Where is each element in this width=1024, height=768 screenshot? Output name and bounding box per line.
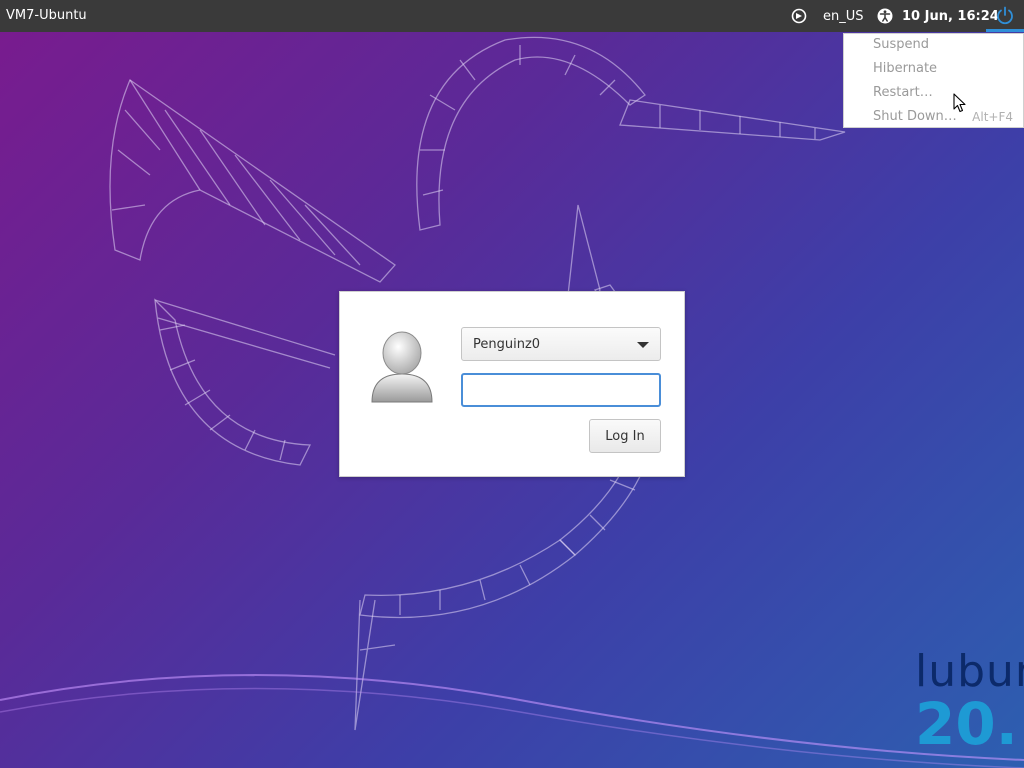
menu-item-label: Restart… [873, 85, 933, 100]
session-icon [791, 8, 807, 24]
accessibility-icon [877, 8, 893, 24]
password-input[interactable] [461, 373, 661, 407]
menu-item-label: Hibernate [873, 61, 938, 76]
log-in-button[interactable]: Log In [589, 419, 661, 453]
avatar-icon [371, 331, 433, 403]
keyboard-layout-indicator[interactable]: en_US [823, 6, 864, 26]
brand-version: 20. [915, 690, 1018, 758]
user-select[interactable]: Penguinz0 [461, 327, 661, 361]
selected-user: Penguinz0 [473, 337, 541, 352]
chevron-down-icon [637, 342, 649, 348]
menu-item-suspend[interactable]: Suspend [873, 35, 1023, 55]
power-menu: Suspend Hibernate Restart… Shut Down… Al… [843, 33, 1024, 128]
accessibility-indicator[interactable] [876, 6, 894, 26]
menu-item-label: Shut Down… [873, 109, 957, 124]
host-name: VM7-Ubuntu [6, 8, 87, 23]
session-indicator[interactable] [789, 6, 809, 26]
menu-item-label: Suspend [873, 37, 930, 52]
top-panel: VM7-Ubuntu en_US 10 Jun, 16:24 [0, 0, 1024, 32]
clock[interactable]: 10 Jun, 16:24 [902, 6, 999, 26]
menu-item-restart[interactable]: Restart… [873, 83, 1023, 103]
power-indicator[interactable] [986, 0, 1024, 32]
menu-item-shut-down[interactable]: Shut Down… Alt+F4 [873, 107, 1023, 127]
power-icon [997, 6, 1013, 24]
menu-item-hibernate[interactable]: Hibernate [873, 59, 1023, 79]
login-panel: Penguinz0 Log In [339, 291, 685, 477]
lubuntu-logo: lubun 20. [915, 640, 1024, 768]
menu-item-accelerator: Alt+F4 [972, 110, 1013, 124]
mouse-cursor-icon [953, 93, 966, 113]
